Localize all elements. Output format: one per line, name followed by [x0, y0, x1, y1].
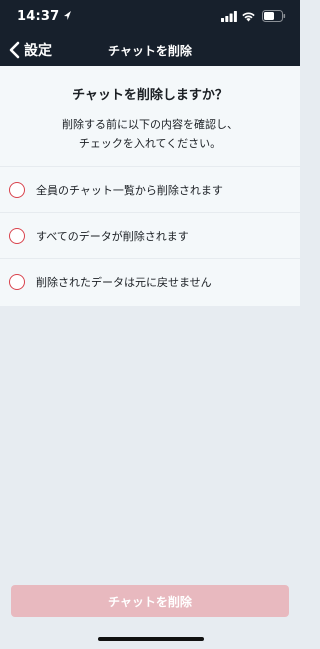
confirm-description: 削除する前に以下の内容を確認し、 チェックを入れてください。	[0, 115, 300, 153]
radio-button[interactable]	[9, 181, 25, 198]
confirm-panel: チャットを削除しますか？ 削除する前に以下の内容を確認し、 チェックを入れてくだ…	[0, 66, 300, 306]
navigation-bar: 設定 チャットを削除	[0, 34, 300, 66]
radio-button[interactable]	[9, 273, 25, 290]
battery-icon	[262, 10, 286, 22]
radio-button[interactable]	[9, 227, 25, 244]
signal-icon	[221, 11, 237, 22]
delete-chat-button[interactable]: チャットを削除	[11, 585, 289, 617]
checklist-item-label: すべてのデータが削除されます	[36, 229, 189, 243]
checklist-item-all-data-deleted[interactable]: すべてのデータが削除されます	[0, 212, 300, 258]
description-line-1: 削除する前に以下の内容を確認し、	[62, 118, 238, 131]
location-arrow-icon	[64, 11, 71, 20]
checklist-item-remove-from-list[interactable]: 全員のチャット一覧から削除されます	[0, 166, 300, 212]
home-indicator	[98, 637, 204, 641]
status-bar: 14:37	[0, 0, 300, 34]
wifi-icon	[242, 12, 255, 22]
description-line-2: チェックを入れてください。	[78, 137, 222, 150]
status-time: 14:37	[17, 9, 60, 24]
checklist-item-label: 全員のチャット一覧から削除されます	[36, 183, 223, 197]
confirm-title: チャットを削除しますか？	[72, 88, 228, 103]
checklist-item-label: 削除されたデータは元に戻せません	[36, 275, 212, 289]
page-title: チャットを削除	[108, 44, 192, 58]
checklist-item-cannot-restore[interactable]: 削除されたデータは元に戻せません	[0, 258, 300, 304]
